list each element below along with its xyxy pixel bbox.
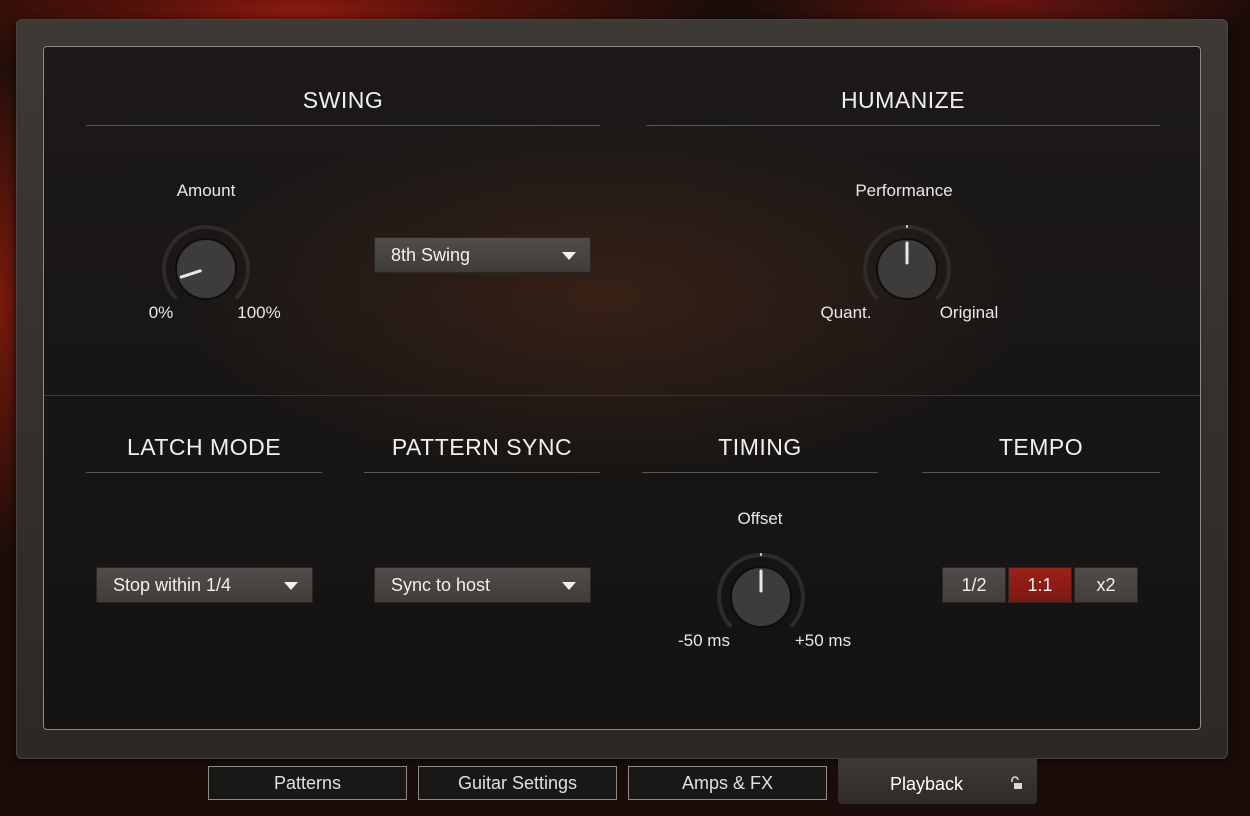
pattern-sync-dropdown[interactable]: Sync to host [374,567,591,603]
section-title-latch-mode: LATCH MODE [86,434,322,473]
latch-mode-dropdown[interactable]: Stop within 1/4 [96,567,313,603]
tab-guitar-settings[interactable]: Guitar Settings [418,766,617,800]
chevron-down-icon [562,252,576,260]
amount-max-label: 100% [237,303,281,322]
latch-mode-value: Stop within 1/4 [113,575,232,595]
amount-knob[interactable] [161,224,251,314]
tab-patterns[interactable]: Patterns [208,766,407,800]
chevron-down-icon [284,582,298,590]
section-title-swing: SWING [86,87,600,126]
playback-panel: SWING Amount 0% 100% 8th Swing HUMANIZE … [43,46,1201,730]
tab-amps-fx[interactable]: Amps & FX [628,766,827,800]
pattern-sync-value: Sync to host [391,575,491,595]
lock-icon[interactable] [1009,776,1023,790]
chevron-down-icon [562,582,576,590]
offset-max-label: +50 ms [794,631,852,650]
amount-label: Amount [176,181,236,200]
section-title-humanize: HUMANIZE [646,87,1160,126]
offset-knob[interactable] [716,552,806,642]
performance-max-label: Original [939,303,999,322]
section-divider [44,395,1200,396]
performance-label: Performance [855,181,953,200]
knob-graphic [717,553,805,629]
knob-graphic [863,225,951,301]
performance-knob[interactable] [862,224,952,314]
section-title-tempo: TEMPO [922,434,1160,473]
tab-playback-label: Playback [889,774,964,794]
tab-playback[interactable]: Playback [838,758,1037,804]
knob-graphic [162,225,250,301]
swing-mode-value: 8th Swing [391,245,471,265]
bottom-tab-bar: Patterns Guitar Settings Amps & FX Playb… [0,758,1250,816]
swing-mode-dropdown[interactable]: 8th Swing [374,237,591,273]
offset-min-label: -50 ms [678,631,730,650]
section-title-timing: TIMING [642,434,878,473]
amount-min-label: 0% [148,303,174,322]
knob-body [175,238,237,300]
performance-min-label: Quant. [820,303,872,322]
tempo-double-button[interactable]: x2 [1074,567,1138,603]
section-title-pattern-sync: PATTERN SYNC [364,434,600,473]
offset-label: Offset [737,509,783,528]
tempo-half-button[interactable]: 1/2 [942,567,1006,603]
tempo-normal-button[interactable]: 1:1 [1008,567,1072,603]
tempo-segmented-control: 1/2 1:1 x2 [942,567,1140,605]
